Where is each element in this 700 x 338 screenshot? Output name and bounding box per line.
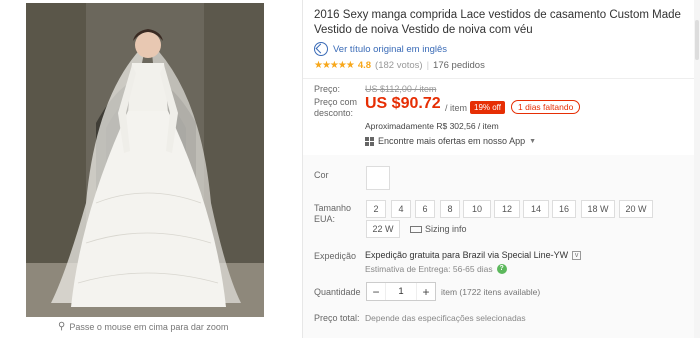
original-price: US $112,00 / item	[365, 84, 437, 94]
decrease-quantity-button[interactable]: −	[367, 285, 385, 299]
translate-link[interactable]: Ver título original em inglês	[314, 42, 694, 56]
scrollbar-thumb[interactable]	[695, 20, 699, 60]
size-option-10[interactable]: 10	[463, 200, 491, 218]
zoom-hint-text: Passe o mouse em cima para dar zoom	[69, 321, 229, 332]
chevron-down-icon[interactable]: v	[572, 250, 582, 260]
size-option-22w[interactable]: 22 W	[366, 220, 400, 238]
time-left-badge: 1 dias faltando	[511, 100, 581, 114]
discounted-price: US $90.72	[365, 95, 441, 112]
size-option-12[interactable]: 12	[494, 200, 520, 218]
options-panel	[303, 155, 694, 338]
star-rating-icon: ★★★★★	[314, 60, 355, 71]
votes-count[interactable]: (182 votos)	[375, 60, 423, 71]
sizing-info-link[interactable]: Sizing info	[410, 224, 467, 234]
product-info: 2016 Sexy manga comprida Lace vestidos d…	[314, 8, 694, 71]
shipping-label: Expedição	[314, 251, 357, 261]
product-gallery: ⚲ Passe o mouse em cima para dar zoom	[0, 0, 302, 338]
shipping-method[interactable]: Expedição gratuita para Brazil via Speci…	[365, 250, 582, 260]
product-title: 2016 Sexy manga comprida Lace vestidos d…	[314, 9, 681, 36]
rating-value: 4.8	[357, 60, 372, 71]
help-icon[interactable]: ?	[496, 264, 507, 274]
size-option-4[interactable]: 4	[391, 200, 411, 218]
rating-row: ★★★★★ 4.8 (182 votos) | 176 pedidos	[314, 60, 694, 71]
delivery-estimate-text: Estimativa de Entrega: 56-65 dias	[365, 264, 493, 274]
quantity-stepper: − 1 +	[366, 282, 436, 301]
shipping-method-text[interactable]: Expedição gratuita para Brazil via Speci…	[365, 250, 568, 260]
app-offers-text[interactable]: Encontre mais ofertas em nosso App	[378, 136, 525, 146]
size-option-8[interactable]: 8	[440, 200, 460, 218]
color-label: Cor	[314, 170, 329, 180]
orders-count: 176 pedidos	[433, 60, 485, 71]
per-item-label: / item	[445, 103, 468, 113]
sizing-info-text[interactable]: Sizing info	[425, 224, 467, 234]
price-label: Preço:	[314, 84, 341, 94]
discount-badge: 19% off	[470, 101, 505, 114]
discount-price-label: Preço com desconto:	[314, 97, 358, 118]
wedding-dress-photo	[26, 3, 264, 317]
delivery-estimate: Estimativa de Entrega: 56-65 dias ?	[365, 264, 507, 274]
size-option-6[interactable]: 6	[415, 200, 435, 218]
quantity-label: Quantidade	[314, 287, 361, 297]
approx-local-price: Aproximadamente R$ 302,56 / item	[365, 121, 499, 131]
app-grid-icon	[365, 136, 374, 146]
size-option-20w[interactable]: 20 W	[619, 200, 653, 218]
divider	[303, 78, 694, 79]
ruler-icon	[410, 225, 422, 233]
separator: |	[426, 60, 430, 71]
quantity-input[interactable]: 1	[385, 283, 417, 300]
chevron-down-icon: ▼	[529, 137, 537, 145]
page-scrollbar[interactable]	[694, 0, 700, 338]
size-option-14[interactable]: 14	[523, 200, 549, 218]
color-swatch-white[interactable]	[366, 166, 390, 190]
translate-icon	[314, 42, 328, 56]
app-offers-link[interactable]: Encontre mais ofertas em nosso App ▼	[365, 136, 536, 146]
increase-quantity-button[interactable]: +	[417, 285, 435, 299]
quantity-available: item (1722 itens available)	[441, 287, 541, 297]
zoom-hint: ⚲ Passe o mouse em cima para dar zoom	[58, 321, 228, 332]
translate-link-text[interactable]: Ver título original em inglês	[333, 44, 447, 55]
size-option-16[interactable]: 16	[552, 200, 576, 218]
total-price-label: Preço total:	[314, 313, 360, 323]
total-price-hint: Depende das especificações selecionadas	[365, 313, 526, 323]
product-image[interactable]	[26, 3, 264, 317]
size-label: Tamanho EUA:	[314, 203, 352, 224]
size-option-2[interactable]: 2	[366, 200, 386, 218]
size-option-18w[interactable]: 18 W	[581, 200, 615, 218]
magnifier-icon: ⚲	[58, 321, 66, 332]
